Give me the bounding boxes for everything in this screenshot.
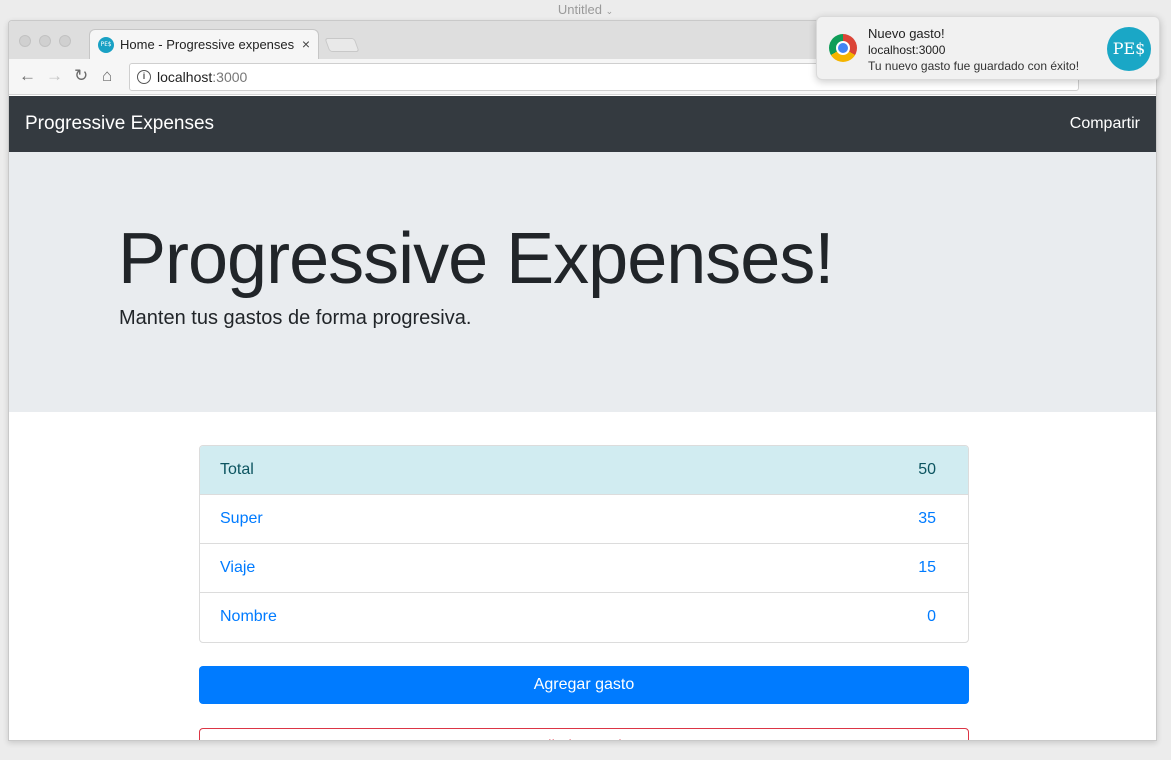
total-value: 50: [918, 461, 936, 478]
app-logo-icon: PE$: [1107, 27, 1151, 71]
navbar: Progressive Expenses Compartir: [9, 96, 1156, 152]
navbar-brand[interactable]: Progressive Expenses: [25, 113, 214, 135]
add-expense-button[interactable]: Agregar gasto: [199, 666, 969, 704]
notification-popup[interactable]: Nuevo gasto! localhost:3000 Tu nuevo gas…: [816, 16, 1160, 80]
list-item[interactable]: Super 35: [200, 495, 968, 544]
zoom-window-button[interactable]: [59, 35, 71, 47]
new-tab-button[interactable]: [324, 38, 360, 52]
expense-value: 35: [918, 510, 936, 527]
share-link[interactable]: Compartir: [1070, 115, 1140, 133]
page-subtitle: Manten tus gastos de forma progresiva.: [119, 307, 472, 329]
total-row: Total 50: [200, 446, 968, 495]
home-icon[interactable]: ⌂: [102, 66, 112, 86]
expense-value: 0: [927, 608, 936, 625]
favicon-icon: PE$: [98, 37, 114, 53]
chevron-down-icon: ⌄: [605, 6, 614, 16]
notification-title: Nuevo gasto!: [868, 26, 945, 41]
reload-icon[interactable]: ↻: [74, 66, 88, 86]
tab-title: Home - Progressive expenses: [120, 37, 295, 52]
chrome-icon: [829, 34, 857, 62]
close-window-button[interactable]: [19, 35, 31, 47]
page-content: Progressive Expenses Compartir Progressi…: [9, 96, 1156, 740]
list-item[interactable]: Nombre 0: [200, 593, 968, 642]
total-label: Total: [220, 461, 254, 478]
list-item[interactable]: Viaje 15: [200, 544, 968, 593]
expense-value: 15: [918, 559, 936, 576]
browser-window: PE$ Home - Progressive expenses × ← → ↻ …: [8, 20, 1157, 741]
close-icon[interactable]: ×: [302, 36, 310, 52]
minimize-window-button[interactable]: [39, 35, 51, 47]
page-title: Progressive Expenses!: [118, 219, 834, 299]
notification-origin: localhost:3000: [868, 43, 946, 57]
jumbotron: Progressive Expenses! Manten tus gastos …: [9, 152, 1156, 412]
notification-body: Tu nuevo gasto fue guardado con éxito!: [868, 59, 1080, 73]
forward-icon[interactable]: →: [46, 66, 63, 86]
expense-label: Super: [220, 510, 263, 527]
tab-home[interactable]: PE$ Home - Progressive expenses ×: [89, 29, 319, 59]
expense-list: Total 50 Super 35 Viaje 15 Nombre 0: [199, 445, 969, 643]
back-icon[interactable]: ←: [19, 66, 36, 86]
expense-label: Viaje: [220, 559, 256, 576]
url-text: localhost:3000: [157, 69, 248, 85]
expense-label: Nombre: [220, 608, 277, 625]
info-icon[interactable]: i: [137, 70, 151, 84]
delete-all-button[interactable]: Eliminar todo: [199, 728, 969, 740]
